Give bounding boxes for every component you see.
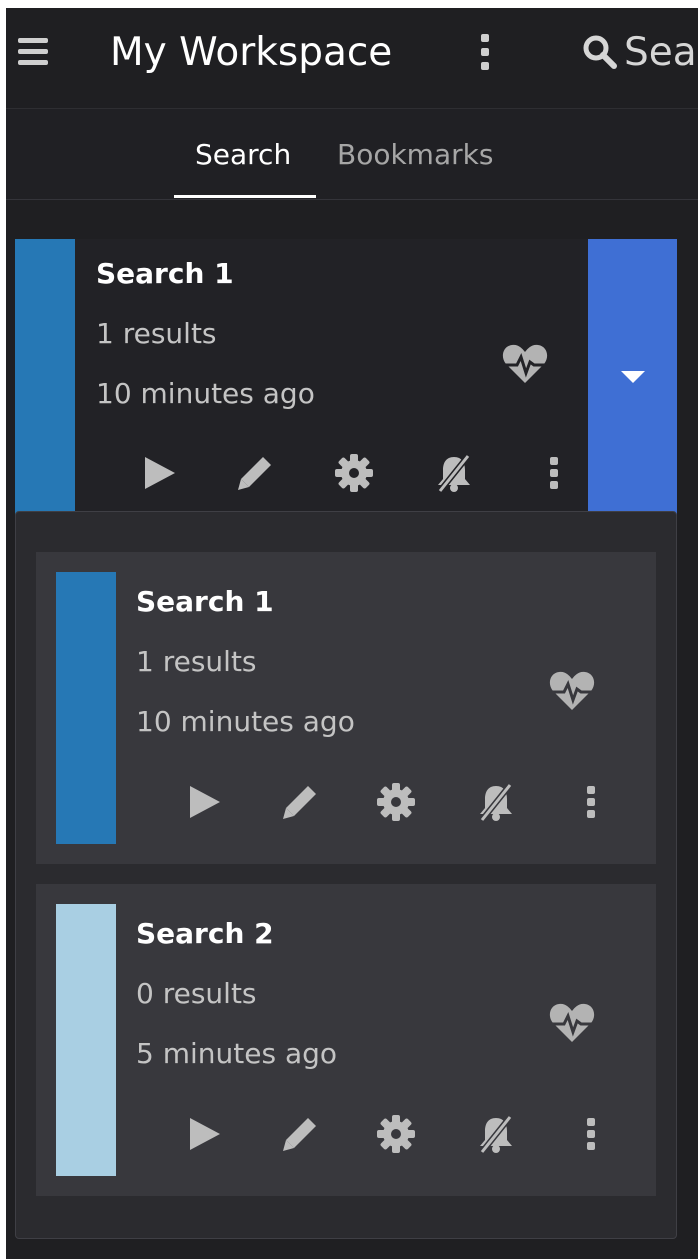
dropdown-search-item[interactable]: Search 2 0 results 5 minutes ago — [36, 884, 656, 1196]
search-timestamp: 10 minutes ago — [136, 705, 355, 738]
search-results-count: 0 results — [136, 977, 257, 1010]
caret-down-icon — [621, 371, 645, 383]
search-title: Search 1 — [96, 257, 234, 290]
tab-bookmarks[interactable]: Bookmarks — [337, 135, 493, 175]
search-color-bar — [56, 904, 116, 1176]
gear-icon[interactable] — [334, 453, 374, 493]
heart-pulse-icon — [502, 344, 548, 383]
top-bar: My Workspace Sea — [6, 8, 698, 108]
search-color-bar — [56, 572, 116, 844]
active-tab-indicator — [174, 195, 316, 198]
search-color-bar — [15, 239, 75, 519]
tab-search[interactable]: Search — [195, 135, 291, 175]
dropdown-search-item[interactable]: Search 1 1 results 10 minutes ago — [36, 552, 656, 864]
play-icon[interactable] — [184, 782, 224, 822]
search-dropdown-panel: Search 1 1 results 10 minutes ago Search… — [15, 511, 677, 1239]
play-icon[interactable] — [139, 453, 179, 493]
search-timestamp: 5 minutes ago — [136, 1037, 338, 1070]
pencil-icon[interactable] — [280, 782, 320, 822]
search-label: Sea — [624, 30, 697, 75]
bell-slash-icon[interactable] — [434, 453, 474, 493]
search-card[interactable]: Search 1 1 results 10 minutes ago — [15, 239, 595, 519]
app-frame: My Workspace Sea Search Bookmarks Search… — [6, 8, 698, 1259]
workspace-title: My Workspace — [110, 30, 393, 75]
search-field[interactable]: Sea — [582, 26, 697, 80]
heart-pulse-icon — [549, 671, 595, 710]
vertical-dots-icon[interactable] — [571, 782, 611, 822]
expand-dropdown-button[interactable] — [588, 239, 677, 519]
tab-bar: Search Bookmarks — [6, 108, 698, 200]
search-icon — [583, 35, 617, 69]
gear-icon[interactable] — [376, 782, 416, 822]
bell-slash-icon[interactable] — [476, 782, 516, 822]
search-results-count: 1 results — [96, 317, 217, 350]
vertical-dots-icon[interactable] — [571, 1114, 611, 1154]
search-title: Search 1 — [136, 585, 274, 618]
pencil-icon[interactable] — [280, 1114, 320, 1154]
heart-pulse-icon — [549, 1003, 595, 1042]
search-timestamp: 10 minutes ago — [96, 377, 315, 410]
search-title: Search 2 — [136, 917, 274, 950]
pencil-icon[interactable] — [235, 453, 275, 493]
play-icon[interactable] — [184, 1114, 224, 1154]
hamburger-icon[interactable] — [18, 38, 48, 68]
search-results-count: 1 results — [136, 645, 257, 678]
vertical-dots-icon[interactable] — [534, 453, 574, 493]
bell-slash-icon[interactable] — [476, 1114, 516, 1154]
vertical-dots-icon[interactable] — [479, 32, 491, 72]
gear-icon[interactable] — [376, 1114, 416, 1154]
